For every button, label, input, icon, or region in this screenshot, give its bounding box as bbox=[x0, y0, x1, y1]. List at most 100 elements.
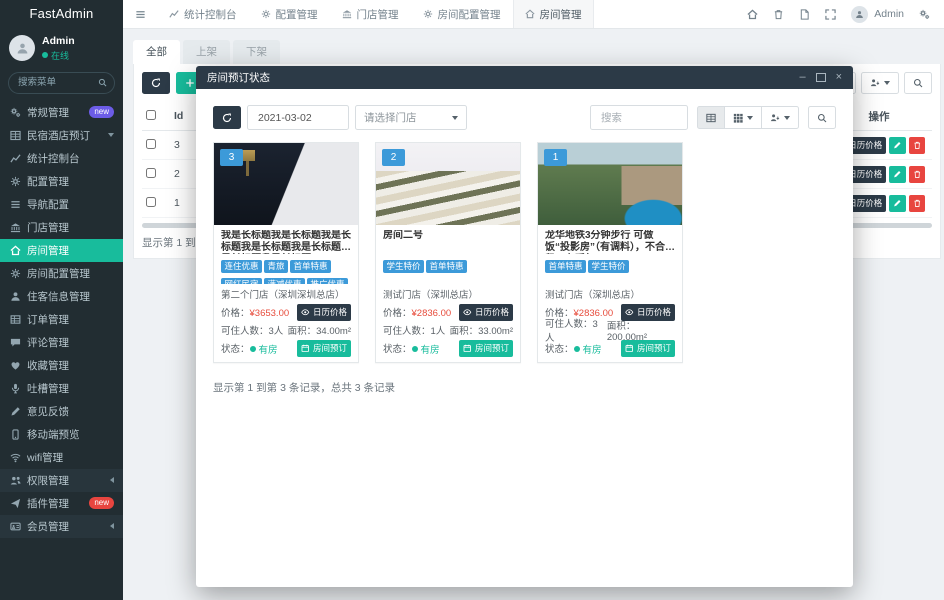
line-chart-icon bbox=[169, 9, 179, 19]
tab-stats-console[interactable]: 统计控制台 bbox=[157, 0, 249, 28]
sidebar-item-feedback[interactable]: 意见反馈 bbox=[0, 400, 123, 423]
refresh-button[interactable] bbox=[213, 106, 241, 129]
sidebar-item-room-management[interactable]: 房间管理 bbox=[0, 239, 123, 262]
tab-all[interactable]: 全部 bbox=[133, 40, 180, 64]
sidebar-item-member-management[interactable]: 会员管理 bbox=[0, 515, 123, 538]
sidebar-item-store-management[interactable]: 门店管理 bbox=[0, 216, 123, 239]
date-input[interactable] bbox=[256, 111, 340, 125]
gear-icon bbox=[9, 176, 21, 187]
admin-user-menu[interactable]: Admin bbox=[851, 6, 904, 23]
calendar-icon bbox=[625, 344, 634, 353]
columns-button[interactable] bbox=[724, 106, 762, 129]
sidebar-item-config-management[interactable]: 配置管理 bbox=[0, 170, 123, 193]
export-button[interactable] bbox=[861, 72, 899, 94]
gear-icon bbox=[9, 268, 21, 279]
calendar-price-button[interactable]: 日历价格 bbox=[297, 304, 351, 321]
sidebar-item-comment-management[interactable]: 评论管理 bbox=[0, 331, 123, 354]
date-field bbox=[247, 105, 349, 130]
pagination-info: 显示第 1 到第 3 条记录，总共 3 条记录 bbox=[213, 380, 836, 395]
edit-button[interactable] bbox=[889, 166, 906, 183]
room-card: 1 龙华地铁3分钟步行 可做饭“投影房”（有调料），不合租，有暖气 首单特惠学生… bbox=[537, 142, 683, 363]
new-badge: new bbox=[89, 497, 114, 510]
tab-off-shelf[interactable]: 下架 bbox=[233, 40, 280, 64]
sidebar-item-plugin-management[interactable]: 插件管理 new bbox=[0, 492, 123, 515]
room-photo: 2 bbox=[376, 143, 520, 225]
user-icon bbox=[9, 291, 21, 302]
maximize-icon[interactable] bbox=[816, 73, 826, 82]
tab-store-management[interactable]: 门店管理 bbox=[330, 0, 411, 28]
room-id-badge: 1 bbox=[544, 149, 567, 166]
dialog-titlebar[interactable]: 房间预订状态 – × bbox=[196, 66, 853, 89]
room-price: ¥3653.00 bbox=[250, 308, 290, 319]
search-icon bbox=[98, 78, 107, 87]
sidebar-item-nav-config[interactable]: 导航配置 bbox=[0, 193, 123, 216]
sidebar-toggle-button[interactable] bbox=[123, 0, 157, 28]
edit-button[interactable] bbox=[889, 137, 906, 154]
select-all-checkbox[interactable] bbox=[146, 110, 156, 120]
clear-cache-icon[interactable] bbox=[799, 9, 810, 20]
sidebar-item-room-config-management[interactable]: 房间配置管理 bbox=[0, 262, 123, 285]
mobile-icon bbox=[9, 429, 21, 440]
minimize-icon[interactable]: – bbox=[799, 72, 805, 83]
tag: 青旅 bbox=[264, 260, 288, 273]
comment-icon bbox=[9, 337, 21, 348]
room-title: 龙华地铁3分钟步行 可做饭“投影房”（有调料），不合租，有暖气 bbox=[545, 230, 675, 254]
close-icon[interactable]: × bbox=[836, 72, 842, 83]
row-checkbox[interactable] bbox=[146, 168, 156, 178]
brand-logo: FastAdmin bbox=[0, 0, 123, 28]
sidebar-item-stats-console[interactable]: 统计控制台 bbox=[0, 147, 123, 170]
delete-button[interactable] bbox=[909, 137, 926, 154]
sidebar-item-complaint-management[interactable]: 吐槽管理 bbox=[0, 377, 123, 400]
bars-icon bbox=[9, 199, 21, 210]
home-icon[interactable] bbox=[747, 9, 758, 20]
settings-cogs-icon[interactable] bbox=[919, 9, 930, 20]
calendar-price-button[interactable]: 日历价格 bbox=[459, 304, 513, 321]
sidebar-item-permission-management[interactable]: 权限管理 bbox=[0, 469, 123, 492]
fullscreen-icon[interactable] bbox=[825, 9, 836, 20]
book-room-button[interactable]: 房间预订 bbox=[621, 340, 675, 357]
export-icon bbox=[770, 113, 780, 123]
toggle-view-button[interactable] bbox=[697, 106, 725, 129]
trash-icon[interactable] bbox=[773, 9, 784, 20]
tab-config-management[interactable]: 配置管理 bbox=[249, 0, 330, 28]
delete-button[interactable] bbox=[909, 195, 926, 212]
caret-down-icon bbox=[884, 81, 890, 85]
room-photo: 1 bbox=[538, 143, 682, 225]
search-input[interactable] bbox=[599, 111, 679, 125]
trash-icon bbox=[913, 199, 922, 208]
sidebar-item-regular-management[interactable]: 常规管理 new bbox=[0, 101, 123, 124]
paper-plane-icon bbox=[9, 498, 21, 509]
sidebar-item-mobile-preview[interactable]: 移动端预览 bbox=[0, 423, 123, 446]
tab-on-shelf[interactable]: 上架 bbox=[183, 40, 230, 64]
book-room-button[interactable]: 房间预订 bbox=[297, 340, 351, 357]
row-checkbox[interactable] bbox=[146, 197, 156, 207]
tag: 首单特惠 bbox=[290, 260, 331, 273]
row-checkbox[interactable] bbox=[146, 139, 156, 149]
sidebar-search-input[interactable] bbox=[16, 76, 94, 89]
line-chart-icon bbox=[9, 153, 21, 164]
tag: 首单特惠 bbox=[426, 260, 467, 273]
grid-icon bbox=[733, 113, 743, 123]
tab-room-config-management[interactable]: 房间配置管理 bbox=[411, 0, 513, 28]
sidebar-item-order-management[interactable]: 订单管理 bbox=[0, 308, 123, 331]
sidebar-item-favorites-management[interactable]: 收藏管理 bbox=[0, 354, 123, 377]
sidebar-item-guest-info-management[interactable]: 住客信息管理 bbox=[0, 285, 123, 308]
room-booking-status-dialog: 房间预订状态 – × 请选择门店 bbox=[196, 66, 853, 587]
refresh-button[interactable] bbox=[142, 72, 170, 94]
store-select[interactable]: 请选择门店 bbox=[355, 105, 467, 130]
room-area: 34.00m² bbox=[316, 326, 351, 337]
bank-icon bbox=[342, 9, 352, 19]
search-toggle-button[interactable] bbox=[904, 72, 932, 94]
caret-down-icon bbox=[452, 116, 458, 120]
sidebar-item-homestay-hotel-booking[interactable]: 民宿酒店预订 bbox=[0, 124, 123, 147]
sidebar-item-wifi-management[interactable]: wifi管理 bbox=[0, 446, 123, 469]
id-card-icon bbox=[9, 521, 21, 532]
trash-icon bbox=[913, 141, 922, 150]
export-button[interactable] bbox=[761, 106, 799, 129]
room-card: 2 房间二号 学生特价首单特惠 测试门店（深圳总店） 价格：¥2836.00 日… bbox=[375, 142, 521, 363]
book-room-button[interactable]: 房间预订 bbox=[459, 340, 513, 357]
delete-button[interactable] bbox=[909, 166, 926, 183]
tab-room-management[interactable]: 房间管理 bbox=[513, 0, 594, 28]
edit-button[interactable] bbox=[889, 195, 906, 212]
search-button[interactable] bbox=[808, 106, 836, 129]
